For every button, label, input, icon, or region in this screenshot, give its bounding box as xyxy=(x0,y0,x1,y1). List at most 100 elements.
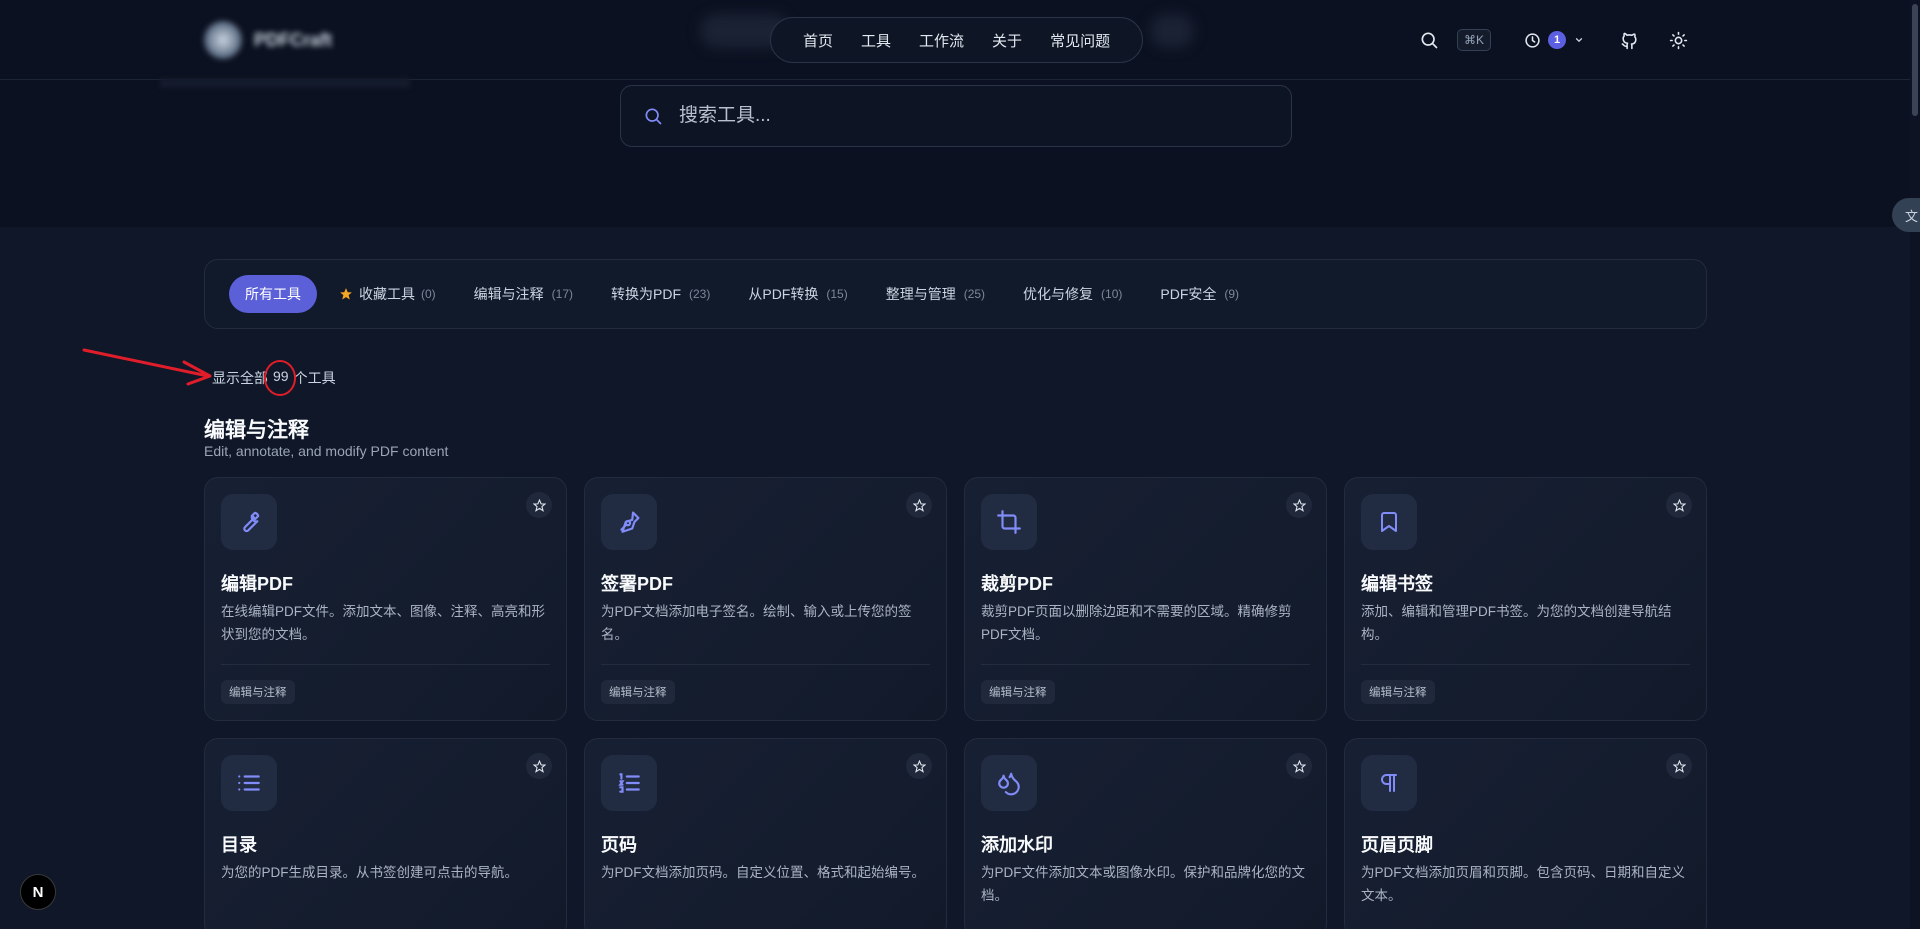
clock-icon xyxy=(1522,26,1542,54)
favorite-star-button[interactable] xyxy=(1666,753,1692,779)
card-description: 在线编辑PDF文件。添加文本、图像、注释、高亮和形状到您的文档。 xyxy=(221,604,545,642)
search-input[interactable] xyxy=(679,105,1239,127)
filter-tab-count: (9) xyxy=(1224,287,1240,301)
bookmark-icon xyxy=(1361,494,1417,550)
scrollbar-thumb[interactable] xyxy=(1912,4,1918,116)
card-title: 添加水印 xyxy=(981,835,1053,855)
chevron-down-icon xyxy=(1574,35,1584,45)
favorite-star-button[interactable] xyxy=(1666,492,1692,518)
tool-card[interactable]: 裁剪PDF 裁剪PDF页面以删除边距和不需要的区域。精确修剪PDF文档。 编辑与… xyxy=(964,477,1327,721)
favorite-star-button[interactable] xyxy=(1286,492,1312,518)
card-title: 裁剪PDF xyxy=(981,574,1053,594)
card-category-tag: 编辑与注释 xyxy=(601,680,675,704)
search-icon xyxy=(643,106,663,126)
favorite-star-button[interactable] xyxy=(1286,753,1312,779)
section-title: 编辑与注释 xyxy=(204,419,309,442)
github-icon xyxy=(1615,26,1643,54)
filter-tab-label: 转换为PDF xyxy=(611,286,682,302)
nav-item-faq[interactable]: 常见问题 xyxy=(1036,30,1124,51)
filter-tab-organize[interactable]: 整理与管理 (25) xyxy=(870,275,1001,313)
filter-tab-to-pdf[interactable]: 转换为PDF (23) xyxy=(595,275,726,313)
logo-mark-icon xyxy=(204,21,242,59)
card-title: 页码 xyxy=(601,835,637,855)
main-nav: 首页 工具 工作流 关于 常见问题 xyxy=(770,17,1144,63)
numbered-list-icon xyxy=(601,755,657,811)
card-title: 编辑书签 xyxy=(1361,574,1433,594)
card-divider xyxy=(601,664,930,665)
search-icon[interactable] xyxy=(1415,26,1443,54)
card-description: 添加、编辑和管理PDF书签。为您的文档创建导航结构。 xyxy=(1361,604,1672,642)
top-header: PDFCraft 首页 工具 工作流 关于 常见问题 ⌘K 1 xyxy=(0,0,1910,88)
list-icon xyxy=(221,755,277,811)
theme-toggle[interactable] xyxy=(1664,26,1692,54)
github-button[interactable] xyxy=(1615,26,1643,54)
nav-item-about[interactable]: 关于 xyxy=(978,30,1036,51)
logo[interactable]: PDFCraft xyxy=(204,20,332,60)
tool-card[interactable]: 编辑书签 添加、编辑和管理PDF书签。为您的文档创建导航结构。 编辑与注释 xyxy=(1344,477,1707,721)
language-switch[interactable]: 文 xyxy=(1892,198,1920,232)
tool-card[interactable]: 编辑PDF 在线编辑PDF文件。添加文本、图像、注释、高亮和形状到您的文档。 编… xyxy=(204,477,567,721)
history-button[interactable]: 1 xyxy=(1522,26,1584,54)
card-description: 为您的PDF生成目录。从书签创建可点击的导航。 xyxy=(221,865,518,880)
filter-tab-label: 优化与修复 xyxy=(1023,286,1094,302)
card-title: 编辑PDF xyxy=(221,574,293,594)
filter-tab-count: (23) xyxy=(689,287,711,301)
filter-tab-count: (10) xyxy=(1101,287,1123,301)
card-title: 签署PDF xyxy=(601,574,673,594)
filter-tab-optimize[interactable]: 优化与修复 (10) xyxy=(1007,275,1138,313)
card-description: 为PDF文档添加电子签名。绘制、输入或上传您的签名。 xyxy=(601,604,912,642)
favorite-star-button[interactable] xyxy=(906,492,932,518)
logo-text: PDFCraft xyxy=(254,29,333,50)
card-description: 为PDF文件添加文本或图像水印。保护和品牌化您的文档。 xyxy=(981,865,1305,903)
nav-item-tools[interactable]: 工具 xyxy=(847,30,905,51)
section-subtitle: Edit, annotate, and modify PDF content xyxy=(204,443,449,459)
tool-search-box xyxy=(620,85,1292,147)
card-description: 裁剪PDF页面以删除边距和不需要的区域。精确修剪PDF文档。 xyxy=(981,604,1292,642)
crop-icon xyxy=(981,494,1037,550)
nav-item-workflow[interactable]: 工作流 xyxy=(905,30,978,51)
card-description: 为PDF文档添加页码。自定义位置、格式和起始编号。 xyxy=(601,865,925,880)
pilcrow-icon xyxy=(1361,755,1417,811)
filter-tab-favorites[interactable]: 收藏工具 (0) xyxy=(323,275,452,313)
filter-tab-all[interactable]: 所有工具 xyxy=(229,275,317,313)
filter-tab-count: (17) xyxy=(551,287,574,301)
filter-tab-label: 所有工具 xyxy=(245,286,301,302)
filter-tab-label: 收藏工具 xyxy=(359,286,415,302)
nav-item-home[interactable]: 首页 xyxy=(789,30,847,51)
shortcut-hint: ⌘K xyxy=(1457,29,1492,51)
filter-tab-label: 从PDF转换 xyxy=(748,286,819,302)
header-actions: ⌘K xyxy=(1415,26,1492,54)
favorite-star-button[interactable] xyxy=(526,753,552,779)
nextjs-dev-badge[interactable]: N xyxy=(20,874,56,910)
filter-tab-from-pdf[interactable]: 从PDF转换 (15) xyxy=(732,275,863,313)
card-category-tag: 编辑与注释 xyxy=(981,680,1055,704)
sun-icon xyxy=(1664,26,1692,54)
card-title: 页眉页脚 xyxy=(1361,835,1433,855)
wrench-icon xyxy=(221,494,277,550)
filter-tab-security[interactable]: PDF安全 (9) xyxy=(1144,275,1255,313)
tool-card[interactable]: 页码 为PDF文档添加页码。自定义位置、格式和起始编号。 xyxy=(584,738,947,929)
tool-card[interactable]: 目录 为您的PDF生成目录。从书签创建可点击的导航。 xyxy=(204,738,567,929)
favorite-star-button[interactable] xyxy=(526,492,552,518)
favorite-star-button[interactable] xyxy=(906,753,932,779)
scrollbar[interactable] xyxy=(1910,0,1920,929)
droplets-icon xyxy=(981,755,1037,811)
filter-tab-count: (25) xyxy=(963,287,986,301)
card-description: 为PDF文档添加页眉和页脚。包含页码、日期和自定义文本。 xyxy=(1361,865,1685,903)
logo-underline xyxy=(160,78,410,88)
filter-tab-label: PDF安全 xyxy=(1160,286,1217,302)
card-category-tag: 编辑与注释 xyxy=(221,680,295,704)
card-category-tag: 编辑与注释 xyxy=(1361,680,1435,704)
tool-card[interactable]: 添加水印 为PDF文件添加文本或图像水印。保护和品牌化您的文档。 xyxy=(964,738,1327,929)
filter-tab-label: 整理与管理 xyxy=(885,286,956,302)
card-divider xyxy=(1361,664,1690,665)
tool-card[interactable]: 页眉页脚 为PDF文档添加页眉和页脚。包含页码、日期和自定义文本。 xyxy=(1344,738,1707,929)
tool-card[interactable]: 签署PDF 为PDF文档添加电子签名。绘制、输入或上传您的签名。 编辑与注释 xyxy=(584,477,947,721)
card-divider xyxy=(221,664,550,665)
filter-tab-count: (0) xyxy=(421,287,436,301)
filter-tab-label: 编辑与注释 xyxy=(473,286,544,302)
filter-tab-edit[interactable]: 编辑与注释 (17) xyxy=(458,275,589,313)
filter-tab-count: (15) xyxy=(826,287,848,301)
card-divider xyxy=(981,664,1310,665)
pen-icon xyxy=(601,494,657,550)
